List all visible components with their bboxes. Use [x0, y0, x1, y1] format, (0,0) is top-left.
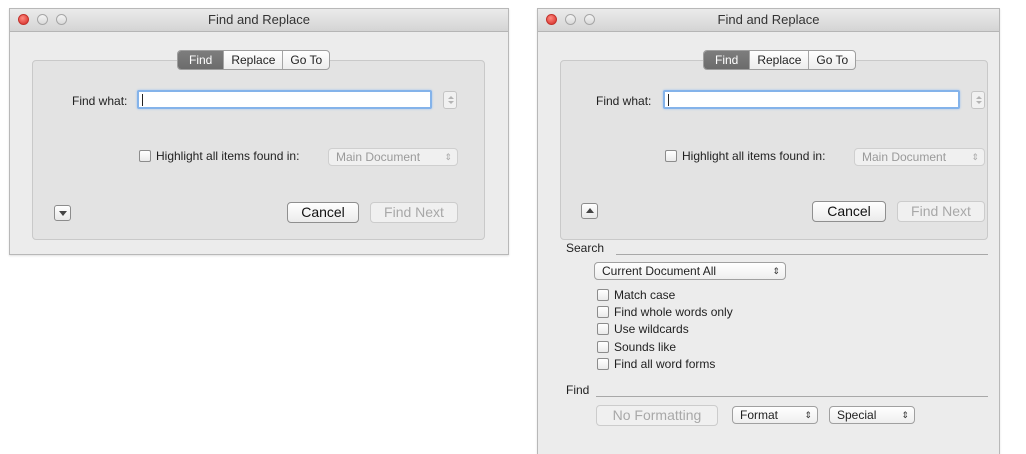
highlight-scope-value: Main Document — [862, 150, 947, 164]
highlight-all-label: Highlight all items found in: — [156, 149, 300, 163]
find-what-label: Find what: — [596, 94, 652, 108]
sounds-like-label: Sounds like — [614, 340, 677, 354]
wildcards-label: Use wildcards — [614, 322, 689, 336]
find-section-label: Find — [566, 383, 590, 397]
tab-go-to[interactable]: Go To — [808, 51, 855, 69]
highlight-scope-value: Main Document — [336, 150, 421, 164]
find-what-input[interactable] — [663, 90, 960, 109]
text-cursor — [142, 94, 143, 106]
find-what-input[interactable] — [137, 90, 432, 109]
cancel-button[interactable]: Cancel — [812, 201, 886, 222]
highlight-all-checkbox[interactable] — [665, 150, 677, 162]
tab-replace[interactable]: Replace — [749, 51, 808, 69]
select-arrows-icon: ⇕ — [901, 410, 909, 420]
search-scope-select[interactable]: Current Document All ⇕ — [594, 262, 786, 280]
find-next-button[interactable]: Find Next — [370, 202, 458, 223]
window-title: Find and Replace — [208, 12, 310, 27]
word-forms-label: Find all word forms — [614, 357, 716, 371]
cancel-button[interactable]: Cancel — [287, 202, 359, 223]
word-forms-checkbox[interactable] — [597, 358, 609, 370]
search-scope-value: Current Document All — [602, 264, 717, 278]
find-replace-dialog-collapsed: Find and Replace Find Replace Go To Find… — [9, 8, 509, 255]
format-label: Format — [740, 408, 779, 422]
tab-selector: Find Replace Go To — [703, 50, 857, 70]
highlight-all-label: Highlight all items found in: — [682, 149, 826, 163]
text-cursor — [668, 94, 669, 106]
recent-searches-stepper-icon[interactable] — [971, 91, 985, 109]
select-arrows-icon: ⇕ — [971, 152, 979, 162]
wildcards-checkbox[interactable] — [597, 323, 609, 335]
match-case-checkbox[interactable] — [597, 289, 609, 301]
special-menu[interactable]: Special ⇕ — [829, 406, 915, 424]
tab-find[interactable]: Find — [704, 51, 750, 69]
tab-selector: Find Replace Go To — [177, 50, 331, 70]
find-section-divider — [596, 396, 988, 397]
format-menu[interactable]: Format ⇕ — [732, 406, 818, 424]
tab-go-to[interactable]: Go To — [282, 51, 329, 69]
tab-replace[interactable]: Replace — [223, 51, 282, 69]
select-arrows-icon: ⇕ — [804, 410, 812, 420]
find-replace-dialog-expanded: Find and Replace Find Replace Go To Find… — [537, 8, 1000, 454]
search-section-label: Search — [566, 241, 605, 255]
highlight-scope-select[interactable]: Main Document ⇕ — [854, 148, 985, 166]
select-arrows-icon: ⇕ — [444, 152, 452, 162]
find-what-label: Find what: — [72, 94, 128, 108]
select-arrows-icon: ⇕ — [772, 266, 780, 276]
highlight-scope-select[interactable]: Main Document ⇕ — [328, 148, 458, 166]
match-case-label: Match case — [614, 288, 676, 302]
sounds-like-checkbox[interactable] — [597, 341, 609, 353]
whole-words-label: Find whole words only — [614, 305, 733, 319]
whole-words-checkbox[interactable] — [597, 306, 609, 318]
search-section-divider — [616, 254, 988, 255]
collapse-options-icon[interactable] — [581, 203, 598, 219]
special-label: Special — [837, 408, 877, 422]
expand-options-icon[interactable] — [54, 205, 71, 221]
tab-find[interactable]: Find — [178, 51, 224, 69]
no-formatting-button[interactable]: No Formatting — [596, 405, 718, 426]
title-bar[interactable]: Find and Replace — [538, 9, 999, 32]
find-next-button[interactable]: Find Next — [897, 201, 985, 222]
title-bar[interactable]: Find and Replace — [10, 9, 508, 32]
window-title: Find and Replace — [717, 12, 820, 27]
recent-searches-stepper-icon[interactable] — [443, 91, 457, 109]
highlight-all-checkbox[interactable] — [139, 150, 151, 162]
